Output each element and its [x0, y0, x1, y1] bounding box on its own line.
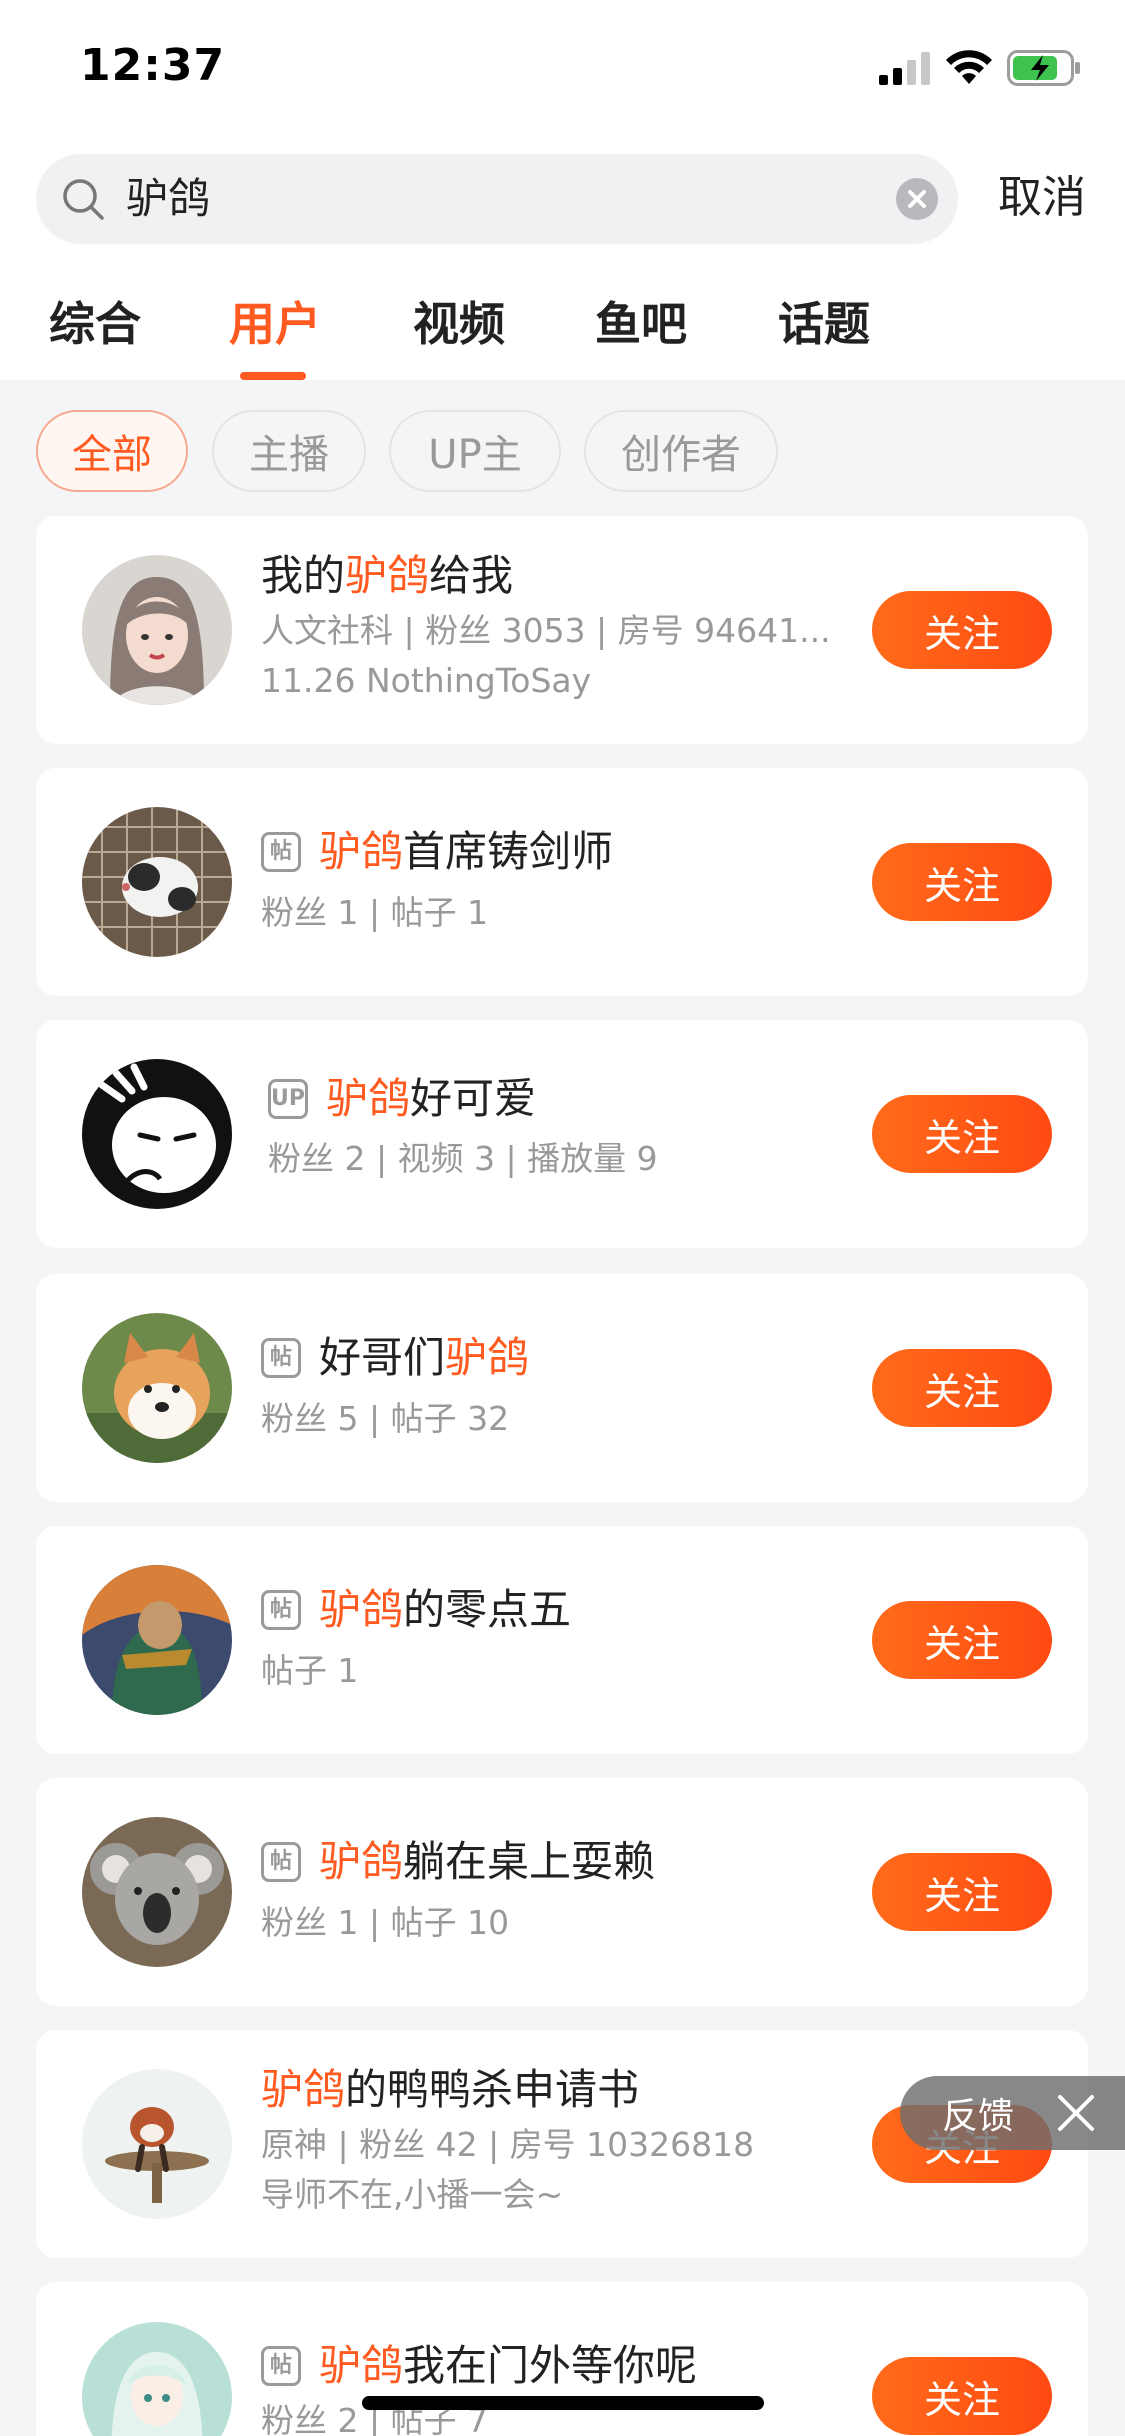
avatar[interactable] [82, 807, 232, 957]
status-time: 12:37 [80, 40, 226, 91]
status-icons [879, 48, 1081, 88]
name-prefix: 好哥们 [319, 1333, 446, 1382]
user-meta: 粉丝 5 | 帖子 32 [261, 1399, 510, 1438]
clear-search-icon[interactable] [896, 178, 938, 220]
name-highlight: 驴鸽 [319, 2341, 404, 2390]
user-card[interactable]: 帖驴鸽 的零点五 帖子 1 关注 [36, 1526, 1088, 1754]
search-input[interactable]: 驴鸽 [126, 172, 210, 226]
name-suffix: 躺在桌上耍赖 [403, 1837, 656, 1886]
home-indicator [362, 2396, 764, 2410]
user-name[interactable]: 我的 驴鸽 给我 [261, 548, 513, 604]
name-suffix: 好可爱 [410, 1074, 537, 1123]
user-name[interactable]: 帖好哥们 驴鸽 [261, 1330, 529, 1386]
cancel-button[interactable]: 取消 [998, 168, 1086, 228]
follow-button[interactable]: 关注 [872, 1095, 1052, 1173]
user-name[interactable]: 帖驴鸽 躺在桌上耍赖 [261, 1834, 655, 1890]
filter-all[interactable]: 全部 [36, 410, 188, 492]
name-suffix: 的零点五 [403, 1585, 572, 1634]
user-meta: 粉丝 1 | 帖子 10 [261, 1903, 510, 1942]
name-highlight: 驴鸽 [261, 2065, 346, 2114]
user-card[interactable]: 帖驴鸽 躺在桌上耍赖 粉丝 1 | 帖子 10 关注 [36, 1778, 1088, 2006]
user-meta-secondary: 导师不在,小播一会~ [261, 2175, 564, 2214]
user-meta: 粉丝 1 | 帖子 1 [261, 893, 489, 932]
avatar[interactable] [82, 1313, 232, 1463]
tab-topics[interactable]: 话题 [778, 292, 870, 356]
avatar[interactable] [82, 555, 232, 705]
tab-active-indicator [240, 372, 306, 380]
search-icon [63, 179, 104, 220]
user-card[interactable]: 帖驴鸽 我在门外等你呢 粉丝 2 | 帖子 7 关注 [36, 2282, 1088, 2436]
feedback-label[interactable]: 反馈 [942, 2087, 1014, 2139]
close-icon[interactable] [1056, 2093, 1096, 2133]
follow-button[interactable]: 关注 [872, 843, 1052, 921]
user-meta: 原神 | 粉丝 42 | 房号 10326818 [261, 2125, 755, 2164]
user-name[interactable]: 帖驴鸽 的零点五 [261, 1582, 571, 1638]
search-bar[interactable]: 驴鸽 [36, 154, 958, 244]
user-card[interactable]: 帖好哥们 驴鸽 粉丝 5 | 帖子 32 关注 [36, 1274, 1088, 1502]
user-card[interactable]: UP 驴鸽 好可爱 粉丝 2 | 视频 3 | 播放量 9 关注 [36, 1020, 1088, 1248]
up-badge-icon: UP [268, 1079, 308, 1119]
post-badge-icon: 帖 [261, 2346, 301, 2386]
post-badge-icon: 帖 [261, 832, 301, 872]
name-highlight: 驴鸽 [445, 1333, 530, 1382]
filter-up[interactable]: UP主 [389, 410, 561, 492]
user-name[interactable]: 帖驴鸽 首席铸剑师 [261, 824, 613, 880]
tab-users[interactable]: 用户 [229, 292, 321, 356]
name-prefix: 我的 [261, 551, 346, 600]
name-highlight: 驴鸽 [319, 827, 404, 876]
follow-button[interactable]: 关注 [872, 591, 1052, 669]
filter-streamer[interactable]: 主播 [212, 410, 366, 492]
name-highlight: 驴鸽 [345, 551, 430, 600]
post-badge-icon: 帖 [261, 1842, 301, 1882]
name-highlight: 驴鸽 [326, 1074, 411, 1123]
tab-fishbar[interactable]: 鱼吧 [595, 292, 687, 356]
name-suffix: 的鸭鸭杀申请书 [345, 2065, 640, 2114]
follow-button[interactable]: 关注 [872, 1349, 1052, 1427]
user-name[interactable]: UP 驴鸽 好可爱 [268, 1071, 536, 1127]
avatar[interactable] [82, 1565, 232, 1715]
follow-button[interactable]: 关注 [872, 1853, 1052, 1931]
tab-comprehensive[interactable]: 综合 [49, 292, 141, 356]
tab-videos[interactable]: 视频 [413, 292, 505, 356]
filter-creator[interactable]: 创作者 [584, 410, 778, 492]
avatar[interactable] [82, 2322, 232, 2436]
battery-icon [1007, 50, 1080, 86]
user-card[interactable]: 帖驴鸽 首席铸剑师 粉丝 1 | 帖子 1 关注 [36, 768, 1088, 996]
avatar[interactable] [82, 1817, 232, 1967]
post-badge-icon: 帖 [261, 1338, 301, 1378]
signal-icon [879, 52, 930, 85]
avatar[interactable] [82, 1059, 232, 1209]
follow-button[interactable]: 关注 [872, 2357, 1052, 2435]
name-suffix: 首席铸剑师 [403, 827, 614, 876]
name-suffix: 我在门外等你呢 [403, 2341, 698, 2390]
wifi-icon [946, 50, 992, 84]
user-card[interactable]: 我的 驴鸽 给我 人文社科 | 粉丝 3053 | 房号 94641... 11.2… [36, 516, 1088, 744]
name-highlight: 驴鸽 [319, 1837, 404, 1886]
name-suffix: 给我 [429, 551, 514, 600]
user-meta: 粉丝 2 | 视频 3 | 播放量 9 [268, 1139, 658, 1178]
user-name[interactable]: 帖驴鸽 我在门外等你呢 [261, 2338, 697, 2394]
user-meta: 帖子 1 [261, 1651, 359, 1690]
user-name[interactable]: 驴鸽 的鸭鸭杀申请书 [261, 2062, 639, 2118]
feedback-float[interactable]: 反馈 [900, 2076, 1125, 2150]
user-meta: 人文社科 | 粉丝 3053 | 房号 94641... [261, 611, 831, 650]
follow-button[interactable]: 关注 [872, 1601, 1052, 1679]
avatar[interactable] [82, 2069, 232, 2219]
post-badge-icon: 帖 [261, 1590, 301, 1630]
user-meta-secondary: 11.26 NothingToSay [261, 661, 592, 700]
name-highlight: 驴鸽 [319, 1585, 404, 1634]
